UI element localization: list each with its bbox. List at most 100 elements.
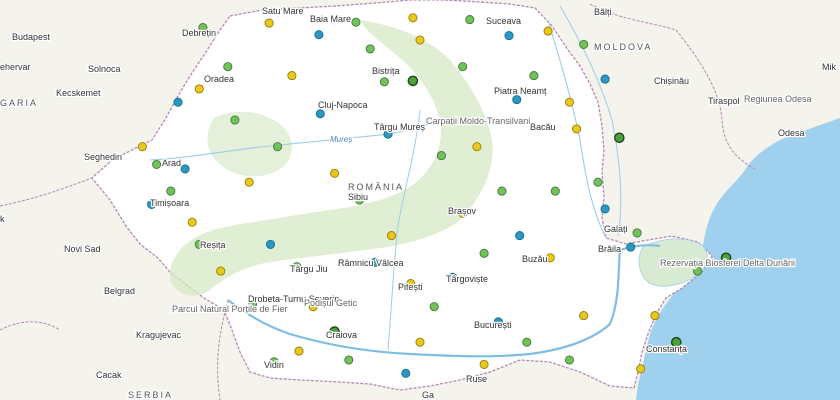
city-label-seghedin: Seghedin <box>84 152 122 162</box>
station-marker-green[interactable] <box>529 71 539 81</box>
station-marker-green[interactable] <box>436 151 446 161</box>
station-marker-yellow[interactable] <box>264 18 274 28</box>
station-marker-blue[interactable] <box>626 242 636 252</box>
city-label-kragujevac: Kragujevac <box>136 330 182 340</box>
city-label-ruse: Ruse <box>466 374 487 384</box>
region-label-carpatii: Carpații Moldo-Transilvani <box>426 116 530 126</box>
station-marker-yellow[interactable] <box>472 142 482 152</box>
station-marker-yellow[interactable] <box>408 13 418 23</box>
station-marker-green[interactable] <box>223 62 233 72</box>
station-marker-green[interactable] <box>579 39 589 49</box>
station-marker-green[interactable] <box>429 302 439 312</box>
station-marker-yellow[interactable] <box>287 71 297 81</box>
station-marker-green[interactable] <box>458 62 468 72</box>
station-marker-yellow[interactable] <box>187 217 197 227</box>
station-marker-yellow[interactable] <box>330 168 340 178</box>
city-label-timisoara: Timișoara <box>150 198 189 208</box>
station-marker-dark[interactable] <box>614 132 625 144</box>
region-label-portile-de-fier: Parcul Natural Porțile de Fier <box>172 304 288 314</box>
city-label-buzau: Buzău <box>522 254 548 264</box>
city-label-brasov: Brașov <box>448 206 477 216</box>
station-marker-yellow[interactable] <box>137 142 147 152</box>
city-label-targu-jiu: Târgu Jiu <box>290 264 328 274</box>
city-label-debretin: Debrețin <box>182 28 216 38</box>
station-marker-blue[interactable] <box>401 368 411 378</box>
station-marker-yellow[interactable] <box>564 97 575 107</box>
station-marker-green[interactable] <box>479 248 489 258</box>
station-marker-yellow[interactable] <box>636 364 646 374</box>
city-label-odesa: Odesa <box>778 128 805 138</box>
station-marker-green[interactable] <box>379 77 389 87</box>
partial-label-ungaria: GARIA <box>0 98 38 108</box>
station-marker-green[interactable] <box>166 186 176 196</box>
station-marker-green[interactable] <box>522 337 532 347</box>
city-label-satu-mare: Satu Mare <box>262 6 304 16</box>
station-marker-green[interactable] <box>152 159 162 169</box>
city-label-cacak: Cacak <box>96 370 122 380</box>
city-label-braila: Brăila <box>598 244 621 254</box>
station-marker-green[interactable] <box>564 355 575 365</box>
station-marker-green[interactable] <box>632 228 642 238</box>
region-label-podisul-getic: Podișul Getic <box>304 298 358 308</box>
station-marker-blue[interactable] <box>315 109 325 119</box>
city-label-balti: Bălți <box>594 7 612 17</box>
station-marker-yellow[interactable] <box>572 124 582 134</box>
city-label-ramnicu-valcea: Râmnicu Vâlcea <box>338 258 404 268</box>
city-label-bacau: Bacău <box>530 122 556 132</box>
partial-label-k: k <box>0 214 5 224</box>
city-label-pitesti: Pitești <box>398 282 423 292</box>
station-marker-blue[interactable] <box>173 97 183 107</box>
station-marker-green[interactable] <box>365 44 375 54</box>
city-label-cluj-napoca: Cluj-Napoca <box>318 100 368 110</box>
country-label-moldova: MOLDOVA <box>594 42 652 52</box>
station-marker-blue[interactable] <box>600 204 610 214</box>
station-marker-blue[interactable] <box>515 231 525 241</box>
city-label-targoviste: Târgoviște <box>446 274 488 284</box>
water-label-mures: Mureș <box>330 135 352 144</box>
station-marker-green[interactable] <box>465 15 475 25</box>
station-marker-green[interactable] <box>550 186 560 196</box>
station-marker-yellow[interactable] <box>194 84 204 94</box>
station-marker-green[interactable] <box>230 115 240 125</box>
country-label-romania: ROMÂNIA <box>348 182 404 192</box>
city-label-bistrita: Bistrița <box>372 66 400 76</box>
station-marker-yellow[interactable] <box>650 311 660 321</box>
city-label-solnoca: Solnoca <box>88 64 121 74</box>
city-label-sibiu: Sibiu <box>348 192 368 202</box>
station-marker-yellow[interactable] <box>479 359 489 369</box>
region-label-regiunea-odesa: Regiunea Odesa <box>744 94 812 104</box>
station-marker-yellow[interactable] <box>294 346 304 356</box>
station-marker-yellow[interactable] <box>415 35 425 45</box>
city-label-budapest: Budapest <box>12 32 51 42</box>
city-label-vidin: Vidin <box>264 360 284 370</box>
station-marker-blue[interactable] <box>265 239 276 249</box>
map-canvas[interactable]: Budapest Solnoca Kecskemet Seghedin Novi… <box>0 0 840 400</box>
station-marker-blue[interactable] <box>314 30 324 40</box>
station-marker-green[interactable] <box>593 177 603 187</box>
station-marker-green[interactable] <box>693 266 703 276</box>
station-marker-dark[interactable] <box>407 75 419 87</box>
station-marker-blue[interactable] <box>504 31 514 41</box>
station-marker-blue[interactable] <box>512 95 522 105</box>
station-marker-yellow[interactable] <box>579 311 589 321</box>
station-marker-blue[interactable] <box>180 164 190 174</box>
city-label-constanta: Constanța <box>646 344 687 354</box>
city-label-mik: Mik <box>822 62 836 72</box>
station-marker-yellow[interactable] <box>244 177 254 187</box>
station-marker-green[interactable] <box>344 355 354 365</box>
station-marker-yellow[interactable] <box>415 337 425 347</box>
station-marker-yellow[interactable] <box>386 231 397 241</box>
city-label-galati: Galați <box>604 224 628 234</box>
city-label-bucuresti: București <box>474 320 512 330</box>
station-marker-yellow[interactable] <box>543 26 553 36</box>
partial-label-ehervar: ehervar <box>0 62 31 72</box>
city-label-craiova: Craiova <box>326 330 357 340</box>
station-marker-blue[interactable] <box>600 74 610 84</box>
station-marker-green[interactable] <box>351 17 361 27</box>
city-label-baia-mare: Baia Mare <box>310 14 351 24</box>
partial-label-ga: Ga <box>422 390 434 400</box>
station-marker-green[interactable] <box>273 142 283 152</box>
station-marker-yellow[interactable] <box>216 266 226 276</box>
station-marker-green[interactable] <box>497 186 507 196</box>
map-view[interactable]: Budapest Solnoca Kecskemet Seghedin Novi… <box>0 0 840 400</box>
